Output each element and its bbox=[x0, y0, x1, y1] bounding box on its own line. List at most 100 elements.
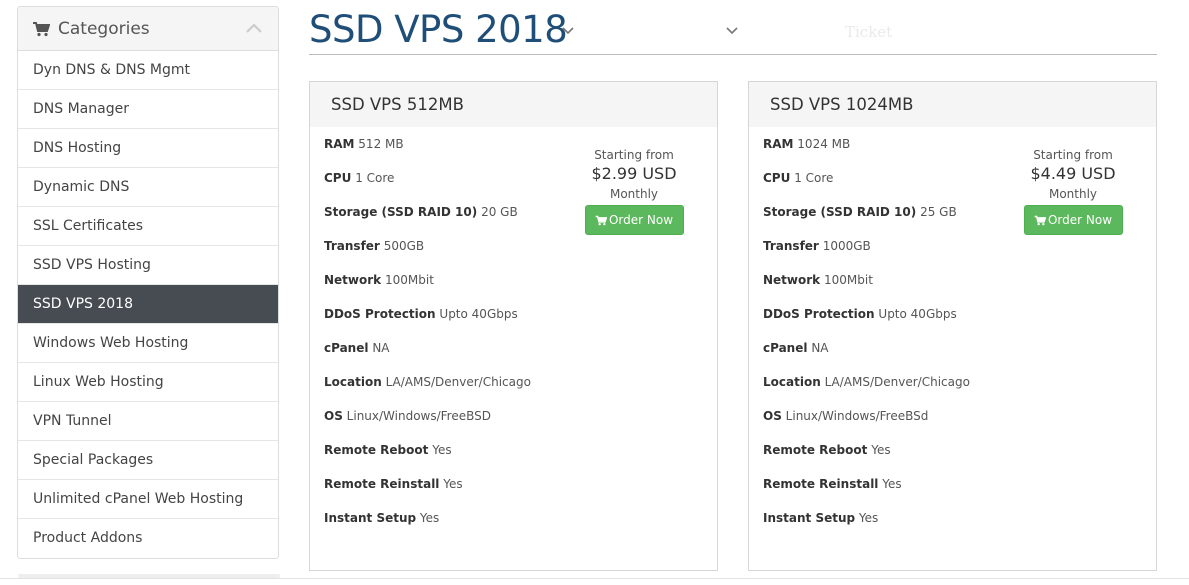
sidebar-item[interactable]: Special Packages bbox=[18, 441, 278, 480]
feature-value: Yes bbox=[432, 443, 452, 457]
feature-label: OS bbox=[763, 409, 782, 423]
sidebar-item[interactable]: SSL Certificates bbox=[18, 207, 278, 246]
product-name: SSD VPS 512MB bbox=[310, 82, 717, 127]
feature-row: Instant Setup Yes bbox=[763, 508, 970, 542]
feature-value: 1 Core bbox=[355, 171, 395, 185]
product-card: SSD VPS 512MB RAM 512 MB CPU 1 Core Storage… bbox=[309, 81, 718, 571]
sidebar-item[interactable]: Linux Web Hosting bbox=[18, 363, 278, 402]
feature-value: Yes bbox=[871, 443, 891, 457]
billing-cycle: Monthly bbox=[1048, 187, 1098, 201]
feature-row: Location LA/AMS/Denver/Chicago bbox=[324, 372, 531, 406]
sidebar-item[interactable]: SSD VPS Hosting bbox=[18, 246, 278, 285]
feature-value: Yes bbox=[858, 511, 879, 525]
feature-label: CPU bbox=[763, 171, 791, 185]
price: $2.99 USD bbox=[591, 164, 677, 183]
categories-list: Dyn DNS & DNS Mgmt DNS Manager DNS Hosting… bbox=[18, 51, 278, 558]
feature-label: DDoS Protection bbox=[763, 307, 875, 321]
feature-row: Storage (SSD RAID 10) 20 GB bbox=[324, 202, 531, 236]
feature-row: OS Linux/Windows/FreeBSd bbox=[763, 406, 970, 440]
feature-label: Transfer bbox=[324, 239, 380, 253]
order-now-button[interactable]: Order Now bbox=[584, 205, 684, 235]
feature-value: 100Mbit bbox=[384, 273, 434, 287]
feature-label: Instant Setup bbox=[324, 511, 417, 525]
feature-row: Network 100Mbit bbox=[324, 270, 531, 304]
feature-label: OS bbox=[324, 409, 343, 423]
sidebar-item[interactable]: Product Addons bbox=[18, 519, 278, 558]
feature-value: LA/AMS/Denver/Chicago bbox=[824, 375, 970, 389]
sidebar-item[interactable]: DNS Manager bbox=[18, 90, 278, 129]
feature-label: Storage (SSD RAID 10) bbox=[324, 205, 478, 219]
order-now-label: Order Now bbox=[608, 213, 674, 227]
starting-from-label: Starting from bbox=[1033, 148, 1113, 162]
feature-label: cPanel bbox=[324, 341, 369, 355]
feature-label: CPU bbox=[324, 171, 352, 185]
feature-label: Instant Setup bbox=[763, 511, 856, 525]
starting-from-label: Starting from bbox=[594, 148, 674, 162]
page-title: SSD VPS 2018 bbox=[309, 8, 568, 51]
feature-row: CPU 1 Core bbox=[324, 168, 531, 202]
feature-list: RAM 1024 MB CPU 1 Core Storage (SSD RAID 1… bbox=[763, 134, 970, 542]
chevron-down-icon[interactable] bbox=[562, 26, 574, 36]
feature-list: RAM 512 MB CPU 1 Core Storage (SSD RAID 10… bbox=[324, 134, 531, 542]
feature-row: Instant Setup Yes bbox=[324, 508, 531, 542]
feature-label: Remote Reinstall bbox=[324, 477, 440, 491]
feature-value: 512 MB bbox=[358, 137, 404, 151]
feature-label: Network bbox=[763, 273, 821, 287]
product-card: SSD VPS 1024MB RAM 1024 MB CPU 1 Core Stora… bbox=[748, 81, 1157, 571]
categories-title: Categories bbox=[58, 18, 150, 39]
categories-header[interactable]: Categories bbox=[18, 7, 278, 51]
feature-label: DDoS Protection bbox=[324, 307, 436, 321]
feature-label: RAM bbox=[324, 137, 355, 151]
feature-label: Remote Reboot bbox=[763, 443, 868, 457]
feature-value: 25 GB bbox=[920, 205, 957, 219]
order-now-label: Order Now bbox=[1047, 213, 1113, 227]
feature-value: Upto 40Gbps bbox=[439, 307, 518, 321]
sidebar-item[interactable]: VPN Tunnel bbox=[18, 402, 278, 441]
sidebar-item[interactable]: DNS Hosting bbox=[18, 129, 278, 168]
header-divider bbox=[309, 54, 1157, 55]
shopping-cart-icon bbox=[33, 21, 50, 36]
feature-row: RAM 1024 MB bbox=[763, 134, 970, 168]
price: $4.49 USD bbox=[1030, 164, 1116, 183]
feature-value: Upto 40Gbps bbox=[878, 307, 957, 321]
feature-label: Location bbox=[324, 375, 382, 389]
chevron-up-icon[interactable] bbox=[246, 23, 262, 33]
pricing-block: Starting from $2.99 USD Monthly Order Now bbox=[569, 148, 699, 235]
sidebar-item[interactable]: Dynamic DNS bbox=[18, 168, 278, 207]
product-name: SSD VPS 1024MB bbox=[749, 82, 1156, 127]
feature-value: 500GB bbox=[383, 239, 425, 253]
feature-label: Transfer bbox=[763, 239, 819, 253]
shopping-cart-icon bbox=[1034, 215, 1047, 226]
feature-row: DDoS Protection Upto 40Gbps bbox=[324, 304, 531, 338]
feature-value: 20 GB bbox=[481, 205, 518, 219]
chevron-down-icon[interactable] bbox=[726, 26, 738, 36]
sidebar-item[interactable]: Dyn DNS & DNS Mgmt bbox=[18, 51, 278, 90]
feature-row: cPanel NA bbox=[763, 338, 970, 372]
page-divider bbox=[0, 578, 1189, 579]
feature-value: Yes bbox=[882, 477, 902, 491]
feature-row: Transfer 500GB bbox=[324, 236, 531, 270]
feature-label: Remote Reinstall bbox=[763, 477, 879, 491]
feature-value: 1000GB bbox=[822, 239, 871, 253]
order-now-button[interactable]: Order Now bbox=[1023, 205, 1123, 235]
feature-row: CPU 1 Core bbox=[763, 168, 970, 202]
feature-row: Location LA/AMS/Denver/Chicago bbox=[763, 372, 970, 406]
feature-row: Remote Reinstall Yes bbox=[763, 474, 970, 508]
feature-row: Transfer 1000GB bbox=[763, 236, 970, 270]
sidebar-item[interactable]: SSD VPS 2018 bbox=[18, 285, 278, 324]
feature-value: Yes bbox=[419, 511, 440, 525]
feature-value: NA bbox=[811, 341, 829, 355]
feature-row: Storage (SSD RAID 10) 25 GB bbox=[763, 202, 970, 236]
feature-row: Remote Reinstall Yes bbox=[324, 474, 531, 508]
feature-value: Linux/Windows/FreeBSD bbox=[346, 409, 491, 423]
feature-row: OS Linux/Windows/FreeBSD bbox=[324, 406, 531, 440]
shopping-cart-icon bbox=[595, 215, 608, 226]
sidebar-item[interactable]: Unlimited cPanel Web Hosting bbox=[18, 480, 278, 519]
feature-label: Location bbox=[763, 375, 821, 389]
feature-value: 1024 MB bbox=[797, 137, 851, 151]
sidebar-item[interactable]: Windows Web Hosting bbox=[18, 324, 278, 363]
feature-value: 100Mbit bbox=[823, 273, 873, 287]
feature-row: Remote Reboot Yes bbox=[763, 440, 970, 474]
ticket-link[interactable]: Ticket bbox=[845, 23, 892, 41]
feature-label: Network bbox=[324, 273, 382, 287]
